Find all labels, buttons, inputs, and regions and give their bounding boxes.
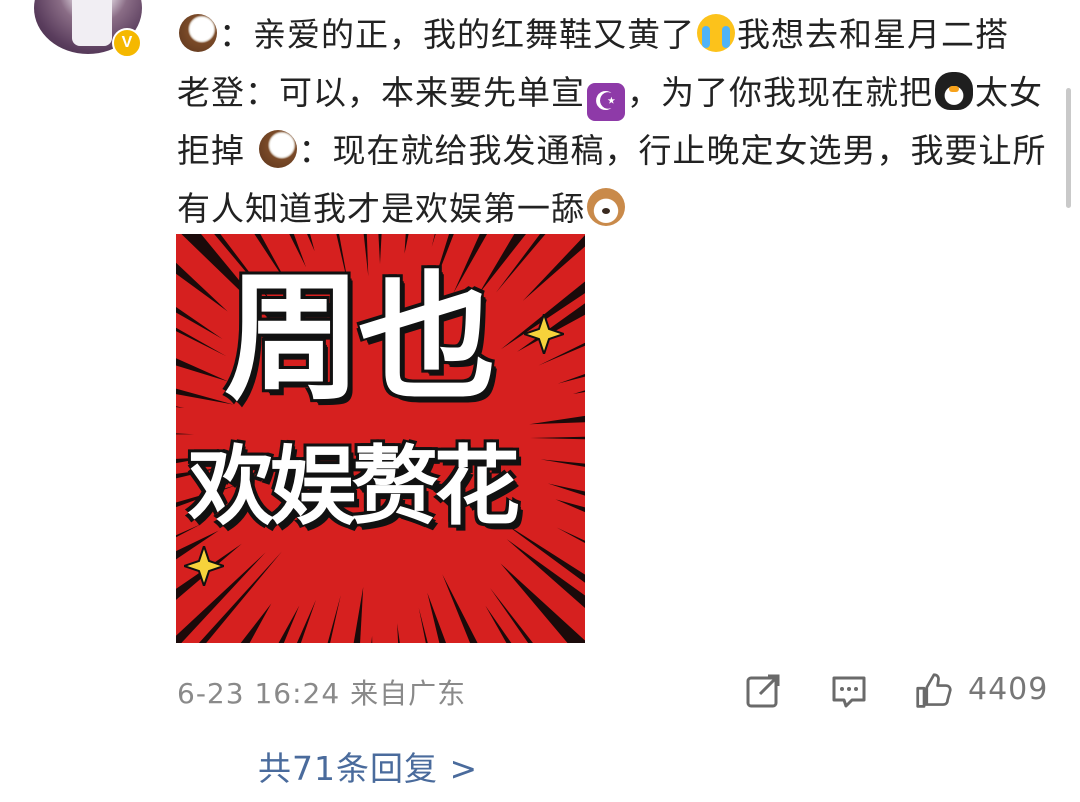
- scrollbar[interactable]: [1066, 88, 1071, 208]
- comment-date: 6-23: [177, 677, 245, 710]
- view-replies-link[interactable]: 共71条回复 >: [258, 742, 478, 790]
- comment-meta: 6-23 16:24 来自广东: [177, 672, 466, 712]
- comment-location: 来自广东: [350, 677, 467, 710]
- verified-badge-icon: V: [112, 28, 142, 58]
- comment-image[interactable]: 周也 欢娱赘花: [176, 234, 585, 643]
- avatar-figure: [72, 0, 112, 46]
- sparkle-icon: [524, 314, 564, 354]
- crying-face-icon: [697, 14, 735, 52]
- comment-text: ：亲爱的正，我的红舞鞋又黄了 我想去和星月二搭 老登：可以，本来要先单宣 ☪ ，为了你…: [177, 6, 1047, 238]
- coconut-icon: [258, 130, 297, 168]
- like-icon[interactable]: [912, 672, 956, 710]
- penguin-icon: [935, 72, 973, 110]
- share-icon[interactable]: [744, 672, 782, 710]
- coconut-icon: [179, 14, 217, 52]
- comment-segment: ，为了你我现在就把: [627, 73, 933, 112]
- star-and-crescent-icon: ☪: [587, 83, 625, 121]
- poster-title-line2: 欢娱赘花: [188, 437, 520, 537]
- sparkle-icon: [184, 546, 224, 586]
- comment-time: 16:24: [254, 677, 341, 710]
- like-count: 4409: [968, 672, 1049, 707]
- poster-title-line1: 周也: [224, 258, 496, 419]
- dog-face-icon: [587, 188, 625, 226]
- comment-icon[interactable]: [830, 672, 868, 710]
- comment-segment: ：亲爱的正，我的红舞鞋又黄了: [219, 15, 695, 54]
